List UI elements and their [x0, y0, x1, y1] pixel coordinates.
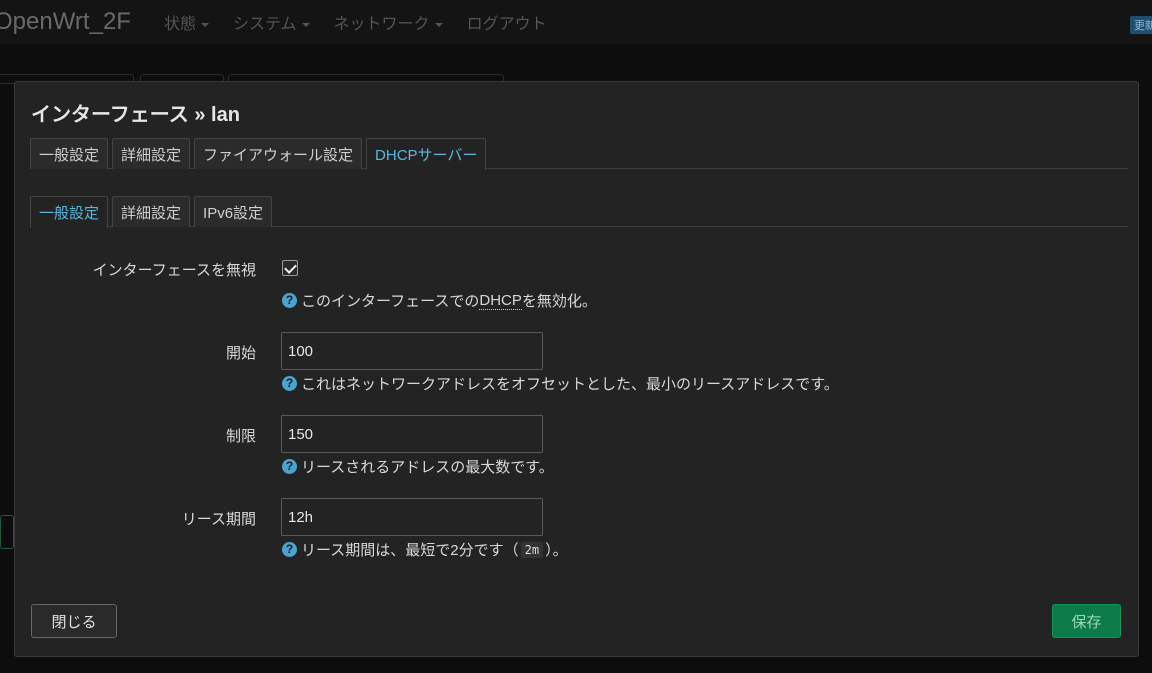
tab-firewall[interactable]: ファイアウォール設定: [194, 138, 363, 169]
limit-input[interactable]: [281, 415, 543, 453]
start-help: ? これはネットワークアドレスをオフセットとした、最小のリースアドレスです。: [282, 373, 839, 394]
leasetime-code: 2m: [520, 541, 544, 558]
tab-general[interactable]: 一般設定: [30, 138, 109, 169]
subtab-ipv6[interactable]: IPv6設定: [194, 196, 273, 227]
background-button: [0, 515, 14, 549]
caret-down-icon: [301, 22, 310, 27]
start-label: 開始: [225, 345, 256, 362]
ignore-interface-label: インターフェースを無視: [92, 262, 256, 279]
subtab-general[interactable]: 一般設定: [30, 196, 109, 228]
save-button[interactable]: 保存: [1052, 604, 1121, 638]
ignore-interface-checkbox[interactable]: [282, 260, 298, 276]
menu-status[interactable]: 状態: [164, 10, 210, 34]
start-input[interactable]: [281, 332, 543, 370]
dhcp-abbr: DHCP: [479, 291, 522, 310]
update-badge[interactable]: 更新: [1130, 16, 1152, 34]
help-icon: ?: [282, 293, 297, 308]
caret-down-icon: [201, 22, 210, 27]
leasetime-help: ? リース期間は、最短で2分です（ 2m）。: [282, 539, 568, 560]
interface-dialog: インターフェース » lan 一般設定 詳細設定 ファイアウォール設定 DHCP…: [14, 81, 1139, 657]
help-icon: ?: [282, 542, 297, 557]
caret-down-icon: [434, 22, 443, 27]
subtab-advanced[interactable]: 詳細設定: [112, 196, 191, 227]
leasetime-input[interactable]: [281, 498, 543, 536]
ignore-interface-help: ? このインターフェースでの DHCP を無効化。: [282, 290, 597, 311]
tab-advanced[interactable]: 詳細設定: [112, 138, 191, 169]
help-icon: ?: [282, 459, 297, 474]
leasetime-label: リース期間: [181, 511, 256, 528]
help-icon: ?: [282, 376, 297, 391]
main-tabs: 一般設定 詳細設定 ファイアウォール設定 DHCPサーバー: [30, 138, 1128, 170]
menu-logout[interactable]: ログアウト: [467, 10, 547, 34]
menu-network[interactable]: ネットワーク: [334, 10, 443, 34]
menu-system[interactable]: システム: [233, 10, 310, 34]
main-menu: 状態 システム ネットワーク ログアウト: [164, 10, 571, 34]
top-navbar: OpenWrt_2F 状態 システム ネットワーク ログアウト 更新: [0, 0, 1152, 44]
dialog-title: インターフェース » lan: [31, 104, 240, 126]
dhcp-sub-tabs: 一般設定 詳細設定 IPv6設定: [30, 196, 1128, 228]
tab-dhcp-server[interactable]: DHCPサーバー: [366, 138, 487, 170]
limit-label: 制限: [225, 428, 256, 445]
limit-help: ? リースされるアドレスの最大数です。: [282, 456, 554, 477]
brand-title[interactable]: OpenWrt_2F: [0, 8, 164, 36]
close-button[interactable]: 閉じる: [31, 604, 117, 638]
